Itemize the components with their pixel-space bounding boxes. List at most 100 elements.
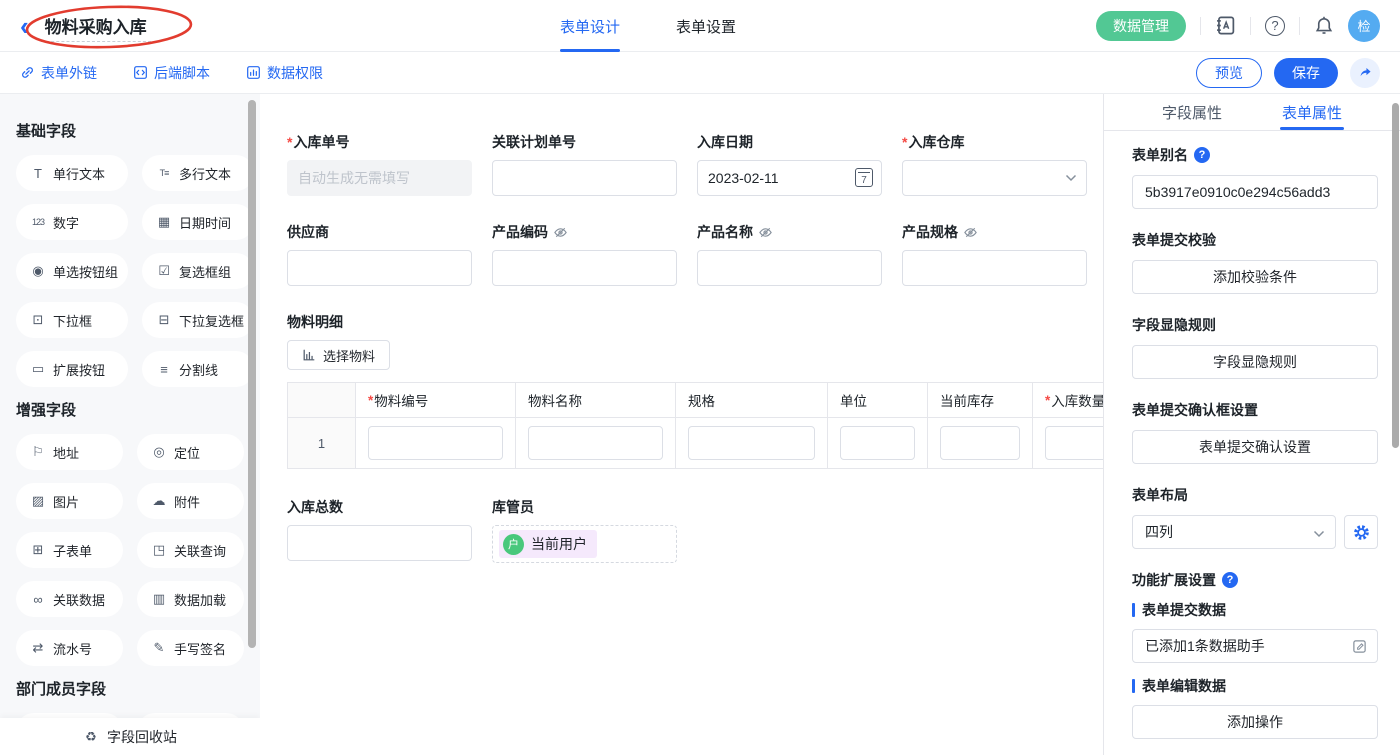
product-name-input[interactable] — [697, 250, 882, 286]
tab-form-settings[interactable]: 表单设置 — [676, 0, 736, 52]
material-name-cell-input[interactable] — [528, 426, 663, 460]
field-item-select[interactable]: ⊡下拉框 — [16, 302, 128, 338]
field-item-subform[interactable]: ⊞子表单 — [16, 532, 123, 568]
field-item-serial-number[interactable]: ⇄流水号 — [16, 630, 123, 666]
product-code-input[interactable] — [492, 250, 677, 286]
edit-icon[interactable] — [1352, 639, 1367, 654]
col-material-no: *物料编号 — [356, 383, 516, 418]
field-item-number[interactable]: 123数字 — [16, 204, 128, 240]
layout-settings-button[interactable] — [1344, 515, 1378, 549]
field-item-location[interactable]: ◎定位 — [137, 434, 244, 470]
address-icon: ⚐ — [30, 444, 46, 460]
page-title[interactable]: 物料采购入库 — [41, 16, 151, 42]
unit-cell-input[interactable] — [840, 426, 915, 460]
field-item-linked-data[interactable]: ∞关联数据 — [16, 581, 123, 617]
data-permission-icon — [246, 65, 261, 80]
form-field-inbound-date[interactable]: 入库日期 7 — [697, 132, 882, 196]
number-icon: 123 — [30, 217, 46, 227]
user-avatar[interactable]: 检 — [1348, 10, 1380, 42]
select-material-button[interactable]: 选择物料 — [287, 340, 390, 370]
share-button[interactable] — [1350, 58, 1380, 88]
tab-form-properties[interactable]: 表单属性 — [1282, 94, 1342, 130]
back-icon[interactable]: ‹ — [20, 15, 29, 37]
field-item-extend-button[interactable]: ▭扩展按钮 — [16, 351, 128, 387]
form-field-warehouse-manager[interactable]: 库管员 户 当前用户 — [492, 497, 677, 563]
form-field-total-qty[interactable]: 入库总数 — [287, 497, 472, 563]
form-design-canvas[interactable]: *入库单号 关联计划单号 入库日期 7 *入库仓库 — [260, 94, 1103, 755]
bar-chart-icon — [302, 348, 316, 362]
top-header: ‹ 物料采购入库 表单设计 表单设置 数据管理 ? 检 — [0, 0, 1400, 52]
field-item-multi-line-text[interactable]: T≡多行文本 — [142, 155, 254, 191]
section-title-member-fields: 部门成员字段 — [16, 678, 244, 699]
field-item-attachment[interactable]: ☁附件 — [137, 483, 244, 519]
field-item-address[interactable]: ⚐地址 — [16, 434, 123, 470]
field-item-data-load[interactable]: ▥数据加载 — [137, 581, 244, 617]
field-item-divider[interactable]: ≡分割线 — [142, 351, 254, 387]
form-field-plan-no[interactable]: 关联计划单号 — [492, 132, 677, 196]
contacts-book-icon[interactable] — [1215, 15, 1236, 36]
chevron-down-icon — [1065, 174, 1077, 182]
total-qty-input[interactable] — [287, 525, 472, 561]
checkbox-group-icon: ☑ — [156, 263, 172, 279]
field-item-signature[interactable]: ✎手写签名 — [137, 630, 244, 666]
help-icon[interactable]: ? — [1265, 16, 1285, 36]
warehouse-select[interactable] — [902, 160, 1087, 196]
form-field-product-code[interactable]: 产品编码 — [492, 222, 677, 286]
field-recycle-bin[interactable]: ♻ 字段回收站 — [0, 718, 260, 755]
inbound-qty-cell-input[interactable] — [1045, 426, 1103, 460]
calendar-icon[interactable]: 7 — [855, 168, 873, 187]
inbound-no-input[interactable] — [287, 160, 472, 196]
field-item-multi-select[interactable]: ⊟下拉复选框 — [142, 302, 254, 338]
form-field-supplier[interactable]: 供应商 — [287, 222, 472, 286]
save-button[interactable]: 保存 — [1274, 58, 1338, 88]
plan-no-input[interactable] — [492, 160, 677, 196]
current-user-tag[interactable]: 户 当前用户 — [499, 530, 597, 558]
help-icon[interactable]: ? — [1194, 147, 1210, 163]
submit-confirm-settings-button[interactable]: 表单提交确认设置 — [1132, 430, 1378, 464]
table-row: 1 — [288, 418, 1103, 468]
field-item-single-line-text[interactable]: T单行文本 — [16, 155, 128, 191]
help-icon[interactable]: ? — [1222, 572, 1238, 588]
divider-icon: ≡ — [156, 362, 172, 377]
current-stock-cell-input[interactable] — [940, 426, 1020, 460]
supplier-input[interactable] — [287, 250, 472, 286]
select-icon: ⊡ — [30, 312, 46, 328]
form-field-warehouse[interactable]: *入库仓库 — [902, 132, 1087, 196]
add-operation-button[interactable]: 添加操作 — [1132, 705, 1378, 739]
tab-form-design[interactable]: 表单设计 — [560, 0, 620, 52]
form-field-product-name[interactable]: 产品名称 — [697, 222, 882, 286]
form-external-link[interactable]: 表单外链 — [20, 63, 97, 83]
field-item-image[interactable]: ▨图片 — [16, 483, 123, 519]
sidebar-scrollbar[interactable] — [248, 100, 256, 648]
field-item-checkbox-group[interactable]: ☑复选框组 — [142, 253, 254, 289]
field-item-radio-group[interactable]: ◉单选按钮组 — [16, 253, 128, 289]
field-item-datetime[interactable]: ▦日期时间 — [142, 204, 254, 240]
manager-user-box[interactable]: 户 当前用户 — [492, 525, 677, 563]
edit-data-label: 表单编辑数据 — [1132, 676, 1378, 696]
form-field-inbound-no[interactable]: *入库单号 — [287, 132, 472, 196]
data-permission-link[interactable]: 数据权限 — [246, 63, 323, 83]
add-validation-button[interactable]: 添加校验条件 — [1132, 260, 1378, 294]
notification-bell-icon[interactable] — [1314, 15, 1334, 36]
data-assistant-box[interactable]: 已添加1条数据助手 — [1132, 629, 1378, 663]
section-title-enhanced-fields: 增强字段 — [16, 399, 244, 420]
preview-button[interactable]: 预览 — [1196, 58, 1262, 88]
properties-panel: 字段属性 表单属性 表单别名? 表单提交校验 添加校验条件 字段显隐规则 字段显… — [1103, 94, 1400, 755]
signature-icon: ✎ — [151, 640, 167, 656]
spec-cell-input[interactable] — [688, 426, 815, 460]
radio-group-icon: ◉ — [30, 263, 46, 279]
linked-query-icon: ◳ — [151, 542, 167, 558]
code-square-icon — [133, 65, 148, 80]
form-field-product-spec[interactable]: 产品规格 — [902, 222, 1087, 286]
product-spec-input[interactable] — [902, 250, 1087, 286]
form-alias-input[interactable] — [1132, 175, 1378, 209]
field-visibility-rules-button[interactable]: 字段显隐规则 — [1132, 345, 1378, 379]
panel-scrollbar[interactable] — [1392, 103, 1399, 448]
layout-select[interactable]: 四列 — [1132, 515, 1336, 549]
col-spec: 规格 — [676, 383, 828, 418]
tab-field-properties[interactable]: 字段属性 — [1162, 94, 1222, 130]
material-no-cell-input[interactable] — [368, 426, 503, 460]
data-manage-button[interactable]: 数据管理 — [1096, 11, 1186, 41]
field-item-linked-query[interactable]: ◳关联查询 — [137, 532, 244, 568]
backend-script-link[interactable]: 后端脚本 — [133, 63, 210, 83]
